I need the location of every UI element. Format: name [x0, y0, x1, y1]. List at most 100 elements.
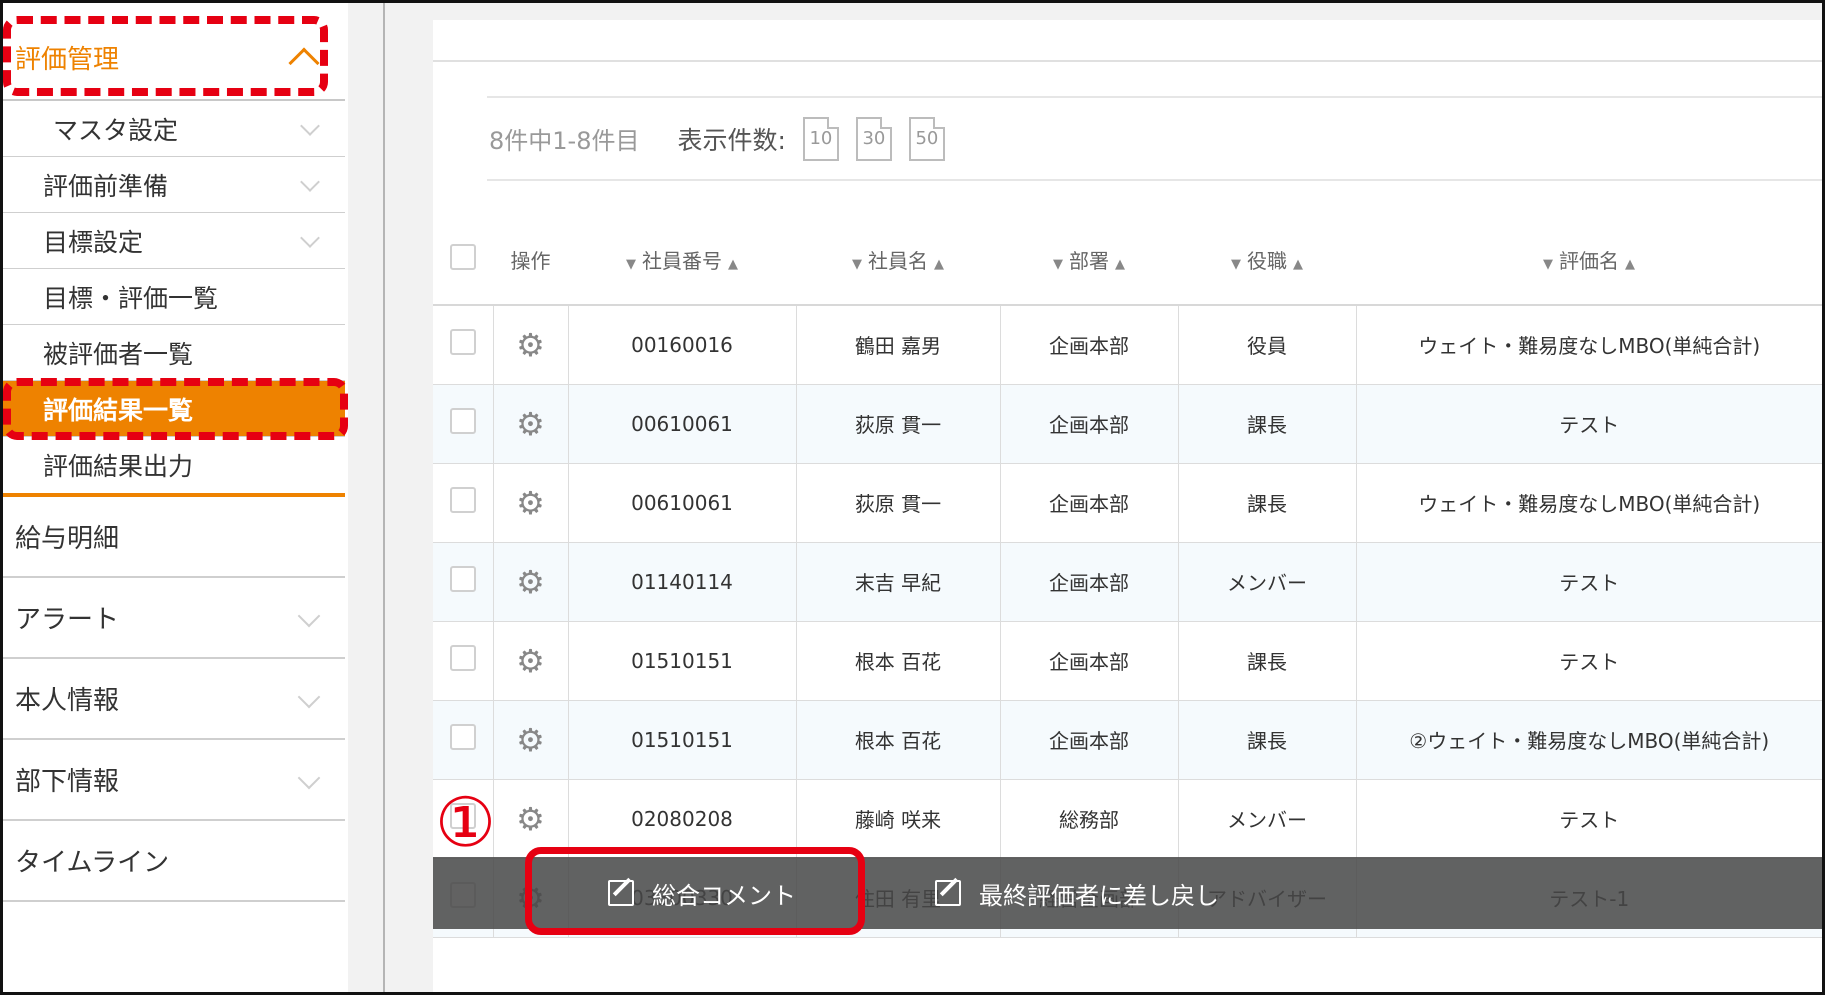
cell-emp-no: 01510151 [568, 621, 797, 701]
sidebar-item-subordinate-info[interactable]: 部下情報 [3, 740, 345, 821]
header-position[interactable]: ▼ 役職 ▲ [1178, 215, 1356, 306]
return-label: 最終評価者に差し戻し [979, 881, 1219, 910]
chevron-down-icon [300, 228, 320, 248]
sidebar-item-payslip[interactable]: 給与明細 [3, 497, 345, 578]
cell-evaluation: ウェイト・難易度なしMBO(単純合計) [1356, 305, 1822, 385]
chevron-down-icon [297, 604, 321, 628]
header-evaluation[interactable]: ▼ 評価名 ▲ [1356, 215, 1822, 306]
cell-evaluation: ②ウェイト・難易度なしMBO(単純合計) [1356, 700, 1822, 780]
pager-bar: 8件中1-8件目 表示件数: 10 30 50 [487, 96, 1822, 181]
result-count: 8件中1-8件目 [489, 127, 640, 155]
cell-emp-no: 01140114 [568, 542, 797, 622]
cell-emp-no: 01510151 [568, 700, 797, 780]
header-dept[interactable]: ▼ 部署 ▲ [1000, 215, 1178, 306]
chevron-down-icon [300, 116, 320, 136]
sort-desc-icon[interactable]: ▼ [852, 257, 862, 272]
top-card [433, 20, 1822, 60]
sidebar-item-timeline[interactable]: タイムライン [3, 821, 345, 902]
row-checkbox[interactable] [449, 724, 476, 750]
gear-icon[interactable]: ⚙ [516, 563, 545, 601]
table-row[interactable]: ⚙ 01140114 末吉 早紀 企画本部 メンバー テスト [433, 542, 1822, 622]
cell-control [433, 621, 494, 701]
sidebar-item-self-info[interactable]: 本人情報 [3, 659, 345, 740]
cell-name: 根本 百花 [796, 621, 1001, 701]
step-number-annotation: ① [435, 784, 496, 863]
sidebar-item-master[interactable]: マスタ設定 [3, 101, 345, 157]
sidebar-item-goal-setting[interactable]: 目標設定 [3, 213, 345, 269]
header-emp-no[interactable]: ▼ 社員番号 ▲ [568, 215, 796, 306]
cell-position: 役員 [1178, 305, 1357, 385]
edit-icon [935, 880, 961, 906]
sort-asc-icon[interactable]: ▲ [1293, 257, 1303, 272]
gear-icon[interactable]: ⚙ [516, 484, 545, 522]
row-checkbox[interactable] [449, 645, 476, 671]
table-row[interactable]: ⚙ 01510151 根本 百花 企画本部 課長 テスト [433, 621, 1822, 701]
per-page-50-button[interactable]: 50 [908, 116, 945, 161]
sidebar-item-pre-eval[interactable]: 評価前準備 [3, 157, 345, 213]
per-page-30-button[interactable]: 30 [855, 116, 892, 161]
return-to-final-evaluator-button[interactable]: 最終評価者に差し戻し [935, 857, 1219, 929]
sidebar-item-evaluatee-list[interactable]: 被評価者一覧 [3, 325, 345, 381]
sidebar-item-label: 給与明細 [15, 524, 120, 554]
cell-dept: 企画本部 [1000, 542, 1179, 622]
cell-name: 荻原 貫一 [796, 463, 1001, 543]
header-label: 社員番号 [642, 249, 722, 273]
cell-dept: 企画本部 [1000, 463, 1179, 543]
header-label: 社員名 [868, 249, 928, 273]
sort-asc-icon[interactable]: ▲ [1625, 257, 1635, 272]
cell-dept: 企画本部 [1000, 384, 1179, 464]
sort-desc-icon[interactable]: ▼ [1053, 257, 1063, 272]
table-row[interactable]: ⚙ 00160016 鶴田 嘉男 企画本部 役員 ウェイト・難易度なしMBO(単純合計) [433, 305, 1822, 385]
gear-icon[interactable]: ⚙ [516, 326, 545, 364]
row-checkbox[interactable] [449, 487, 476, 513]
gear-icon[interactable]: ⚙ [516, 642, 545, 680]
sort-asc-icon[interactable]: ▲ [934, 257, 944, 272]
sidebar-item-label: 部下情報 [15, 767, 120, 797]
select-all-checkbox[interactable] [450, 244, 476, 270]
chevron-down-icon [297, 766, 321, 790]
header-action: 操作 [493, 215, 568, 306]
cell-control [433, 542, 494, 622]
sidebar-item-label: 評価結果出力 [43, 452, 194, 481]
per-page-10-button[interactable]: 10 [802, 116, 839, 161]
cell-name: 鶴田 嘉男 [796, 305, 1001, 385]
sort-desc-icon[interactable]: ▼ [626, 257, 636, 272]
sort-asc-icon[interactable]: ▲ [728, 257, 738, 272]
sort-desc-icon[interactable]: ▼ [1231, 257, 1241, 272]
row-checkbox[interactable] [449, 566, 476, 592]
sidebar-item-label: マスタ設定 [53, 115, 179, 145]
gear-icon[interactable]: ⚙ [516, 405, 545, 443]
cell-name: 末吉 早紀 [796, 542, 1001, 622]
cell-evaluation: テスト [1356, 621, 1822, 701]
table-row[interactable]: ⚙ 00610061 荻原 貫一 企画本部 課長 ウェイト・難易度なしMBO(単純合計) [433, 463, 1822, 543]
highlight-result-list [3, 378, 348, 440]
sidebar-item-label: 本人情報 [15, 686, 120, 716]
row-checkbox[interactable] [449, 408, 476, 434]
per-page-label: 表示件数: [677, 125, 786, 155]
row-checkbox[interactable] [449, 329, 476, 356]
sort-desc-icon[interactable]: ▼ [1543, 257, 1553, 272]
gear-icon[interactable]: ⚙ [516, 800, 545, 838]
cell-control [433, 463, 494, 543]
cell-control [433, 384, 494, 464]
header-name[interactable]: ▼ 社員名 ▲ [796, 215, 1000, 306]
cell-position: 課長 [1178, 700, 1357, 780]
sidebar-item-label: 目標設定 [43, 227, 144, 257]
cell-control: ⚙ [493, 700, 569, 780]
sidebar-item-goal-list[interactable]: 目標・評価一覧 [3, 269, 345, 325]
cell-control [433, 305, 494, 385]
cell-dept: 総務部 [1000, 779, 1179, 859]
cell-evaluation: ウェイト・難易度なしMBO(単純合計) [1356, 463, 1822, 543]
sort-asc-icon[interactable]: ▲ [1115, 257, 1125, 272]
sidebar-item-alert[interactable]: アラート [3, 578, 345, 659]
cell-position: メンバー [1178, 542, 1357, 622]
cell-evaluation: テスト [1356, 542, 1822, 622]
table-row[interactable]: ⚙ 01510151 根本 百花 企画本部 課長 ②ウェイト・難易度なしMBO(単純合計) [433, 700, 1822, 780]
cell-position: 課長 [1178, 384, 1357, 464]
table-row[interactable]: ⚙ 00610061 荻原 貫一 企画本部 課長 テスト [433, 384, 1822, 464]
chevron-down-icon [297, 685, 321, 709]
sidebar-item-result-export[interactable]: 評価結果出力 [3, 437, 345, 493]
highlight-overall-comment [525, 847, 865, 935]
gear-icon[interactable]: ⚙ [516, 721, 545, 759]
cell-dept: 企画本部 [1000, 700, 1179, 780]
